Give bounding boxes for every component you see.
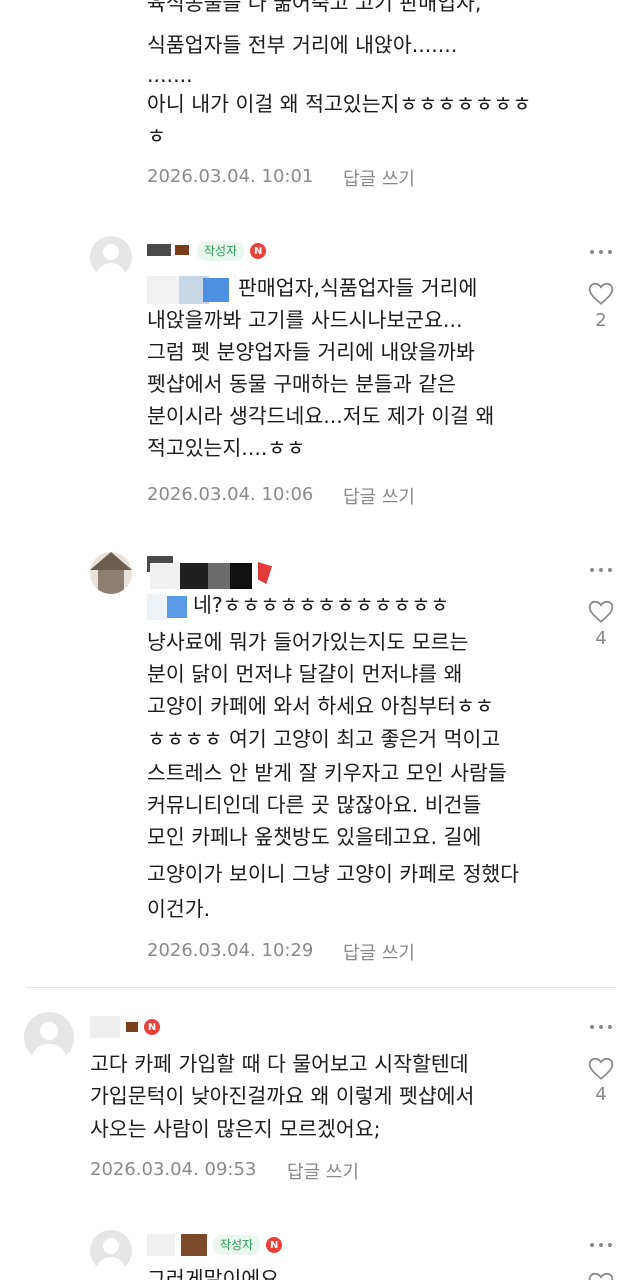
new-badge: N (250, 243, 267, 259)
nickname-redacted[interactable] (147, 244, 171, 256)
comment-text: ㅎㅎㅎㅎ 여기 고양이 최고 좋은거 먹이고 (147, 727, 501, 751)
comment-text: 고양이 카페에 와서 하세요 아침부터ㅎㅎ (147, 694, 494, 718)
nickname-emoji (126, 1022, 138, 1032)
comment-text: 사오는 사람이 많은지 모르겠어요; (90, 1117, 381, 1141)
comment-text: 이건가. (147, 897, 211, 921)
comment-text: 분이 닭이 먼저냐 달걀이 먼저냐를 왜 (147, 662, 463, 686)
comment-text: 모인 카페나 옾챗방도 있을테고요. 길에 (147, 825, 482, 849)
avatar[interactable] (90, 1230, 132, 1272)
nickname-redacted[interactable] (90, 1016, 120, 1038)
like-heart-icon[interactable] (588, 1057, 614, 1081)
author-badge: 작성자 (213, 1235, 261, 1255)
comment-text: 펫샵에서 동물 구매하는 분들과 같은 (147, 372, 456, 396)
comment-text: 네?ㅎㅎㅎㅎㅎㅎㅎㅎㅎㅎㅎㅎ (193, 593, 450, 617)
new-badge: N (266, 1237, 283, 1253)
comment-text: 스트레스 안 받게 잘 키우자고 모인 사람들 (147, 761, 507, 785)
comment-date: 2026.03.04. 10:06 (147, 484, 314, 505)
like-heart-icon[interactable] (588, 1272, 614, 1280)
comment-text: 그러게말이에요 (147, 1267, 280, 1280)
comment-text: 식품업자들 전부 거리에 내앉아....... (147, 33, 458, 57)
comment-text: 적고있는지....ㅎㅎ (147, 436, 306, 460)
comment-text: 분이시라 생각드네요...저도 제가 이걸 왜 (147, 404, 495, 428)
comment-text: ㅎ (147, 124, 166, 148)
more-options-icon[interactable] (590, 1243, 612, 1249)
more-options-icon[interactable] (590, 250, 612, 256)
like-heart-icon[interactable] (588, 600, 614, 624)
avatar[interactable] (90, 552, 132, 594)
more-options-icon[interactable] (590, 568, 612, 574)
reply-button[interactable]: 답글 쓰기 (343, 165, 415, 191)
comment-text: 커뮤니티인데 다른 곳 많잖아요. 비건들 (147, 793, 482, 817)
comment-text: 고다 카페 가입할 때 다 물어보고 시작할텐데 (90, 1052, 469, 1076)
nickname-emoji (181, 1234, 207, 1256)
thread-divider (26, 987, 616, 988)
comment-date: 2026.03.04. 09:53 (90, 1159, 257, 1180)
comment-text: ....... (147, 63, 193, 87)
new-badge: N (144, 1019, 160, 1035)
author-badge: 작성자 (197, 241, 245, 261)
comment-date: 2026.03.04. 10:29 (147, 940, 314, 961)
comment-text: 아니 내가 이걸 왜 적고있는지ㅎㅎㅎㅎㅎㅎㅎ (147, 92, 532, 116)
comment-list: 육식동물들 다 굶어죽고 고기 판매업자, 식품업자들 전부 거리에 내앉아..… (0, 0, 640, 1280)
nickname-redacted[interactable] (147, 1234, 175, 1256)
comment-text: 고양이가 보이니 그냥 고양이 카페로 정했다 (147, 862, 520, 886)
reply-button[interactable]: 답글 쓰기 (343, 483, 415, 509)
reply-button[interactable]: 답글 쓰기 (343, 939, 415, 965)
comment-text: 냥사료에 뭐가 들어가있는지도 모르는 (147, 630, 469, 654)
comment-text: 판매업자,식품업자들 거리에 (238, 276, 478, 300)
avatar[interactable] (90, 236, 132, 278)
comment-text: 그럼 펫 분양업자들 거리에 내앉을까봐 (147, 340, 475, 364)
mention-redacted (147, 594, 191, 620)
like-count: 4 (595, 628, 607, 649)
comment-text: 가입문턱이 낮아진걸까요 왜 이렇게 펫샵에서 (90, 1084, 475, 1108)
avatar[interactable] (24, 1012, 74, 1062)
like-count: 4 (595, 1084, 607, 1105)
reply-button[interactable]: 답글 쓰기 (287, 1158, 359, 1184)
more-options-icon[interactable] (590, 1025, 612, 1031)
like-count: 2 (595, 310, 607, 331)
nickname-emoji (175, 245, 189, 255)
comment-text: 내앉을까봐 고기를 사드시나보군요... (147, 308, 463, 332)
comment-date: 2026.03.04. 10:01 (147, 166, 314, 187)
comment-text: 육식동물들 다 굶어죽고 고기 판매업자, (147, 0, 482, 15)
like-heart-icon[interactable] (588, 282, 614, 306)
mention-redacted (147, 276, 233, 304)
nickname-mosaic (150, 563, 270, 589)
